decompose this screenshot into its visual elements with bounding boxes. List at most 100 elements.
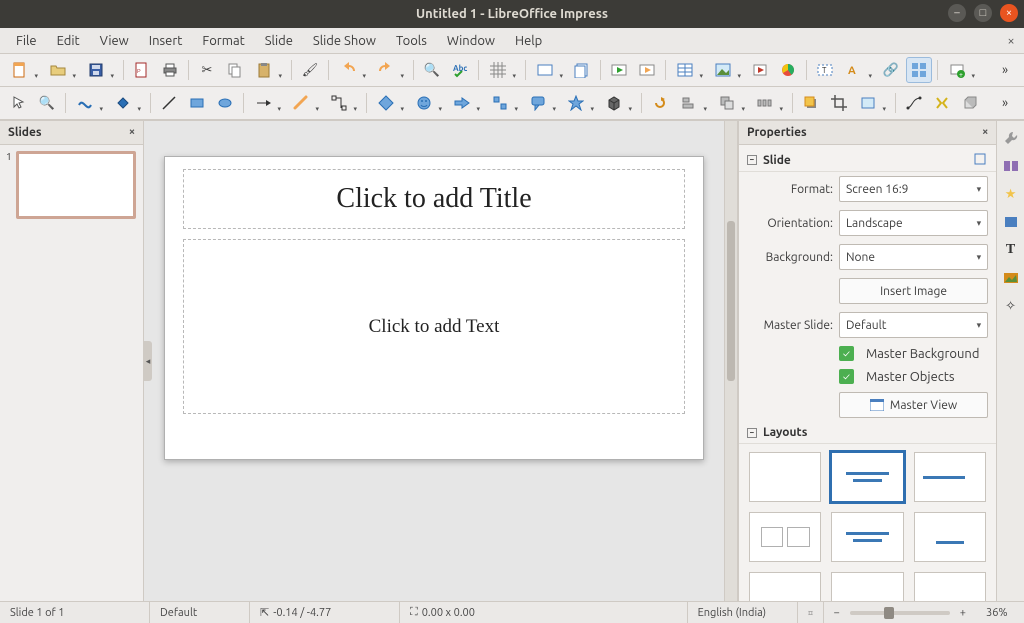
insert-fontwork-button[interactable]: A: [840, 57, 876, 83]
tab-styles[interactable]: T: [1000, 239, 1022, 261]
menu-slideshow[interactable]: Slide Show: [303, 30, 386, 52]
tab-gallery[interactable]: [1000, 267, 1022, 289]
vertical-scrollbar[interactable]: [724, 121, 738, 601]
select-tool[interactable]: [6, 90, 32, 116]
background-combo[interactable]: None▾: [839, 244, 988, 270]
fit-page-button[interactable]: [798, 602, 824, 623]
insert-av-button[interactable]: [747, 57, 773, 83]
clone-format-button[interactable]: 🖌: [297, 57, 323, 83]
detach-icon[interactable]: [974, 153, 988, 167]
layout-title-only[interactable]: [914, 452, 986, 502]
layout-title-two[interactable]: [831, 512, 903, 562]
insert-chart-button[interactable]: [775, 57, 801, 83]
start-first-button[interactable]: [606, 57, 632, 83]
tab-properties[interactable]: [1000, 127, 1022, 149]
master-slide-button[interactable]: [569, 57, 595, 83]
connectors-tool[interactable]: [325, 90, 361, 116]
menu-window[interactable]: Window: [437, 30, 505, 52]
tab-navigator[interactable]: ✧: [1000, 295, 1022, 317]
layout-two-content[interactable]: [749, 512, 821, 562]
window-maximize-button[interactable]: □: [974, 4, 992, 22]
toolbar-overflow-button[interactable]: »: [992, 57, 1018, 83]
new-slide-button[interactable]: +: [943, 57, 979, 83]
extrusion-tool[interactable]: [957, 90, 983, 116]
menu-view[interactable]: View: [90, 30, 139, 52]
flowchart-tool[interactable]: [486, 90, 522, 116]
layout-row3[interactable]: [914, 572, 986, 601]
block-arrows-tool[interactable]: [448, 90, 484, 116]
stars-tool[interactable]: [562, 90, 598, 116]
layout-centered[interactable]: [914, 512, 986, 562]
layout-title-content[interactable]: [831, 452, 903, 502]
drawing-toolbar-overflow[interactable]: »: [992, 90, 1018, 116]
cut-button[interactable]: ✂: [194, 57, 220, 83]
snap-grid-button[interactable]: [484, 57, 520, 83]
crop-tool[interactable]: [826, 90, 852, 116]
insert-table-button[interactable]: [671, 57, 707, 83]
menu-file[interactable]: File: [6, 30, 47, 52]
spellcheck-button[interactable]: Abc: [447, 57, 473, 83]
tab-animation[interactable]: ★: [1000, 183, 1022, 205]
zoom-in-button[interactable]: +: [960, 607, 966, 619]
symbol-shapes-tool[interactable]: [410, 90, 446, 116]
menu-insert[interactable]: Insert: [139, 30, 193, 52]
copy-button[interactable]: [222, 57, 248, 83]
fill-color-button[interactable]: [109, 90, 145, 116]
status-language[interactable]: English (India): [688, 602, 798, 623]
title-placeholder[interactable]: Click to add Title: [183, 169, 685, 229]
menu-format[interactable]: Format: [192, 30, 254, 52]
curves-tool[interactable]: [287, 90, 323, 116]
zoom-slider[interactable]: [850, 611, 950, 615]
menu-tools[interactable]: Tools: [386, 30, 437, 52]
section-layouts[interactable]: − Layouts: [739, 422, 996, 444]
redo-button[interactable]: [372, 57, 408, 83]
distribute-tool[interactable]: [751, 90, 787, 116]
insert-hyperlink-button[interactable]: 🔗: [878, 57, 904, 83]
orientation-combo[interactable]: Landscape▾: [839, 210, 988, 236]
callouts-tool[interactable]: [524, 90, 560, 116]
filter-tool[interactable]: [854, 90, 890, 116]
tab-slide-transition[interactable]: [1000, 155, 1022, 177]
format-combo[interactable]: Screen 16:9▾: [839, 176, 988, 202]
shadow-tool[interactable]: [798, 90, 824, 116]
section-slide[interactable]: − Slide: [739, 149, 996, 172]
rectangle-tool[interactable]: [184, 90, 210, 116]
paste-button[interactable]: [250, 57, 286, 83]
line-color-button[interactable]: [71, 90, 107, 116]
glue-points-tool[interactable]: [929, 90, 955, 116]
slide-thumbnail[interactable]: 1: [6, 151, 137, 219]
rotate-tool[interactable]: [647, 90, 673, 116]
slides-panel-close[interactable]: ×: [125, 125, 139, 139]
slide-canvas[interactable]: Click to add Title Click to add Text: [164, 156, 704, 460]
content-placeholder[interactable]: Click to add Text: [183, 239, 685, 414]
line-tool[interactable]: [156, 90, 182, 116]
ellipse-tool[interactable]: [212, 90, 238, 116]
properties-panel-close[interactable]: ×: [978, 125, 992, 139]
undo-button[interactable]: [334, 57, 370, 83]
basic-shapes-tool[interactable]: [372, 90, 408, 116]
zoom-out-button[interactable]: −: [834, 607, 840, 619]
print-button[interactable]: [157, 57, 183, 83]
window-minimize-button[interactable]: –: [948, 4, 966, 22]
layout-blank[interactable]: [749, 452, 821, 502]
zoom-pan-tool[interactable]: 🔍: [34, 90, 60, 116]
zoom-value[interactable]: 36%: [976, 602, 1024, 623]
open-button[interactable]: [44, 57, 80, 83]
points-edit-tool[interactable]: [901, 90, 927, 116]
tab-master-slides[interactable]: [1000, 211, 1022, 233]
master-objects-check[interactable]: ✓ Master Objects: [739, 365, 996, 388]
show-draw-button[interactable]: [906, 57, 932, 83]
document-close-button[interactable]: ×: [1002, 32, 1020, 50]
menu-help[interactable]: Help: [505, 30, 552, 52]
insert-image-button[interactable]: [709, 57, 745, 83]
insert-textbox-button[interactable]: T: [812, 57, 838, 83]
window-close-button[interactable]: ×: [1000, 4, 1018, 22]
align-tool[interactable]: [675, 90, 711, 116]
new-button[interactable]: [6, 57, 42, 83]
display-views-button[interactable]: [531, 57, 567, 83]
insert-image-button-panel[interactable]: Insert Image: [839, 278, 988, 304]
arrows-tool[interactable]: [249, 90, 285, 116]
master-slide-combo[interactable]: Default▾: [839, 312, 988, 338]
menu-edit[interactable]: Edit: [47, 30, 90, 52]
layout-row2[interactable]: [831, 572, 903, 601]
